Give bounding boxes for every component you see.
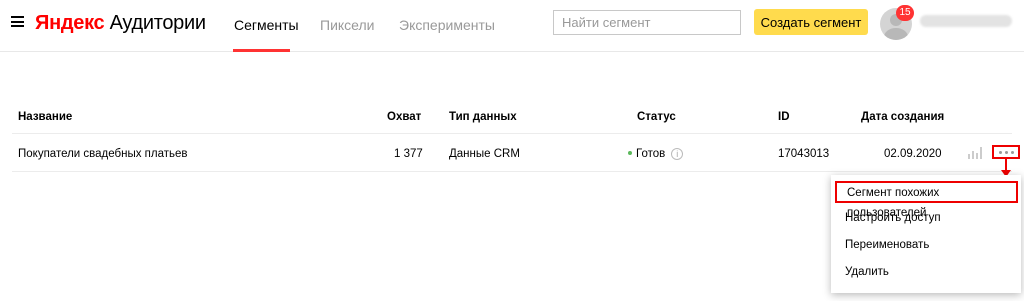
segment-name[interactable]: Покупатели свадебных платьев — [18, 147, 188, 161]
menu-item-lookalike-segment[interactable]: Сегмент похожих пользователей — [835, 181, 1018, 219]
table-divider — [12, 133, 1012, 134]
table-divider — [12, 171, 1012, 172]
column-header-created[interactable]: Дата создания — [861, 110, 944, 124]
column-header-id[interactable]: ID — [778, 110, 790, 124]
active-tab-underline — [233, 49, 290, 52]
logo[interactable]: Яндекс Аудитории — [35, 11, 206, 35]
column-header-reach[interactable]: Охват — [387, 110, 421, 124]
status-dot-icon — [628, 150, 632, 155]
dot-icon — [1004, 150, 1008, 154]
more-actions-button[interactable] — [992, 145, 1020, 159]
create-segment-button[interactable]: Создать сегмент — [754, 9, 868, 35]
info-icon[interactable]: i — [671, 147, 684, 160]
notification-badge[interactable]: 15 — [896, 5, 914, 21]
actions-dropdown: Сегмент похожих пользователей Настроить … — [831, 175, 1021, 293]
menu-item-access[interactable]: Настроить доступ — [831, 205, 1021, 231]
segment-reach: 1 377 — [394, 148, 423, 160]
logo-product: Аудитории — [109, 12, 206, 34]
status-label: Готов — [636, 148, 666, 160]
tab-segments[interactable]: Сегменты — [234, 16, 299, 34]
dot-icon — [1010, 150, 1014, 154]
menu-icon[interactable] — [11, 16, 24, 27]
dot-icon — [998, 150, 1002, 154]
username-blurred[interactable] — [920, 15, 1012, 27]
column-header-status[interactable]: Статус — [637, 110, 676, 124]
column-header-data-type[interactable]: Тип данных — [449, 110, 517, 124]
tab-pixels[interactable]: Пиксели — [320, 16, 374, 34]
column-header-name[interactable]: Название — [18, 110, 72, 124]
chart-icon[interactable] — [968, 147, 984, 159]
menu-item-delete[interactable]: Удалить — [831, 259, 1021, 285]
top-header: Яндекс Аудитории Сегменты Пиксели Экспер… — [0, 0, 1024, 52]
logo-brand: Яндекс — [35, 12, 105, 34]
tab-experiments[interactable]: Эксперименты — [399, 16, 495, 34]
search-input[interactable] — [553, 10, 741, 35]
menu-item-rename[interactable]: Переименовать — [831, 232, 1021, 258]
segment-created: 02.09.2020 — [884, 148, 942, 160]
segment-data-type: Данные CRM — [449, 148, 520, 160]
segment-status: Готов i — [628, 147, 684, 161]
segment-id: 17043013 — [778, 148, 830, 160]
